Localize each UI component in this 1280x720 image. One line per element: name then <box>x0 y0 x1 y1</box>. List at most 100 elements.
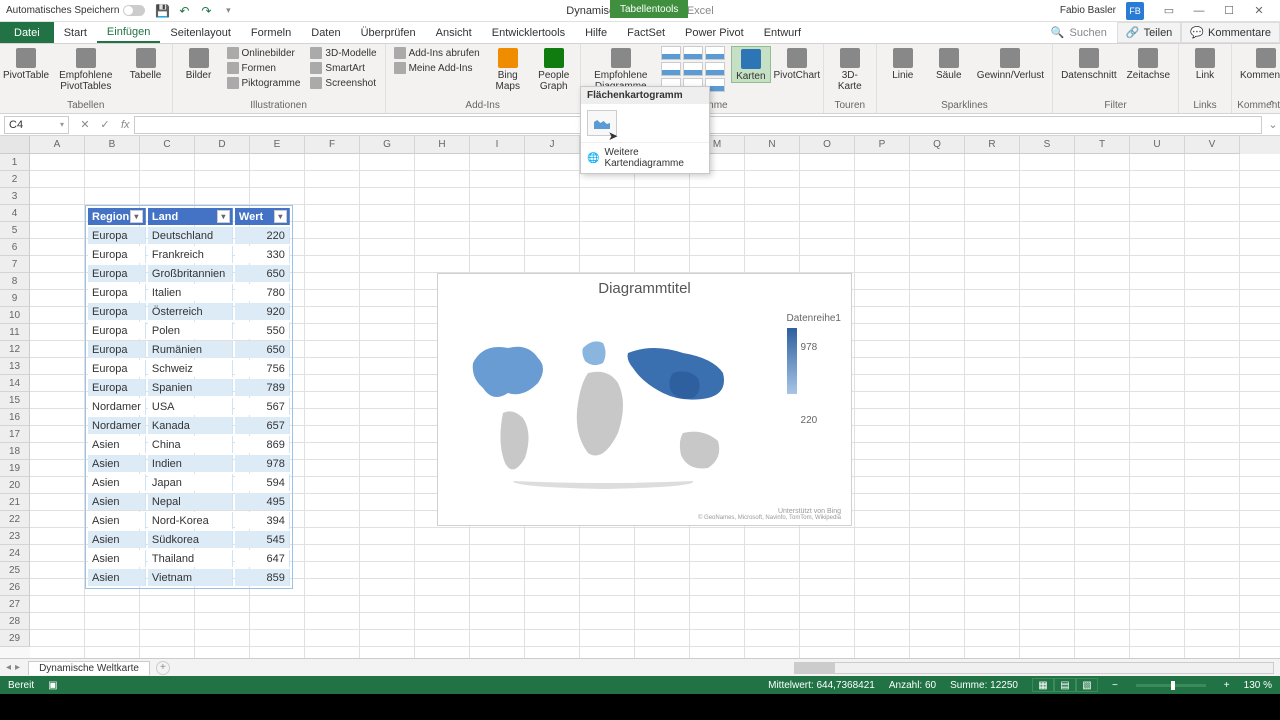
zoom-out-icon[interactable]: − <box>1112 680 1118 691</box>
data-table[interactable]: Region▾Land▾Wert▾ EuropaDeutschland220Eu… <box>85 205 293 589</box>
row-header[interactable]: 22 <box>0 511 30 528</box>
horizontal-scrollbar[interactable] <box>794 662 1274 674</box>
tab-design[interactable]: Entwurf <box>754 22 811 43</box>
table-row[interactable]: AsienThailand647 <box>88 550 290 567</box>
close-icon[interactable]: ✕ <box>1244 1 1274 21</box>
people-graph-button[interactable]: People Graph <box>534 46 574 92</box>
table-button[interactable]: Tabelle <box>126 46 166 81</box>
macro-record-icon[interactable]: ▣ <box>48 680 57 691</box>
more-map-charts-button[interactable]: 🌐 Weitere Kartendiagramme <box>581 142 709 173</box>
table-cell[interactable]: Japan <box>148 474 233 491</box>
table-cell[interactable]: Kanada <box>148 417 233 434</box>
tab-review[interactable]: Überprüfen <box>351 22 426 43</box>
table-cell[interactable]: Europa <box>88 341 146 358</box>
table-cell[interactable]: Asien <box>88 436 146 453</box>
sparkline-line-button[interactable]: Linie <box>883 46 923 81</box>
timeline-button[interactable]: Zeitachse <box>1125 46 1172 81</box>
table-row[interactable]: EuropaRumänien650 <box>88 341 290 358</box>
table-row[interactable]: EuropaGroßbritannien650 <box>88 265 290 282</box>
table-cell[interactable]: 657 <box>235 417 290 434</box>
table-cell[interactable]: Europa <box>88 379 146 396</box>
tab-powerpivot[interactable]: Power Pivot <box>675 22 754 43</box>
table-cell[interactable]: 789 <box>235 379 290 396</box>
table-cell[interactable]: Indien <box>148 455 233 472</box>
select-all-corner[interactable] <box>0 136 30 154</box>
row-header[interactable]: 7 <box>0 256 30 273</box>
row-header[interactable]: 10 <box>0 307 30 324</box>
table-cell[interactable]: Nord-Korea <box>148 512 233 529</box>
bing-maps-button[interactable]: Bing Maps <box>488 46 528 92</box>
column-header[interactable]: Q <box>910 136 965 154</box>
tab-view[interactable]: Ansicht <box>426 22 482 43</box>
row-header[interactable]: 26 <box>0 579 30 596</box>
autosave-toggle[interactable]: Automatisches Speichern <box>6 5 145 16</box>
row-header[interactable]: 8 <box>0 273 30 290</box>
table-cell[interactable]: Südkorea <box>148 531 233 548</box>
pictures-button[interactable]: Bilder <box>179 46 219 81</box>
row-header[interactable]: 23 <box>0 528 30 545</box>
context-tab-tabletools[interactable]: Tabellentools <box>610 0 688 18</box>
sparkline-winloss-button[interactable]: Gewinn/Verlust <box>975 46 1046 81</box>
table-cell[interactable]: Nordamer <box>88 398 146 415</box>
table-cell[interactable]: Asien <box>88 512 146 529</box>
table-cell[interactable]: Europa <box>88 360 146 377</box>
tab-factset[interactable]: FactSet <box>617 22 675 43</box>
my-addins-button[interactable]: Meine Add-Ins <box>392 61 482 75</box>
row-header[interactable]: 21 <box>0 494 30 511</box>
table-cell[interactable]: USA <box>148 398 233 415</box>
expand-formula-bar-icon[interactable]: ⌄ <box>1266 118 1280 131</box>
3d-models-button[interactable]: 3D-Modelle <box>308 46 378 60</box>
row-header[interactable]: 15 <box>0 392 30 409</box>
column-header[interactable]: O <box>800 136 855 154</box>
table-header[interactable]: Land▾ <box>148 208 233 225</box>
tab-help[interactable]: Hilfe <box>575 22 617 43</box>
new-sheet-button[interactable]: + <box>156 661 170 675</box>
ribbon-display-icon[interactable]: ▭ <box>1154 1 1184 21</box>
name-box[interactable]: C4 <box>4 116 69 134</box>
collapse-ribbon-icon[interactable]: ⌃ <box>1268 100 1276 111</box>
table-cell[interactable]: Europa <box>88 265 146 282</box>
row-header[interactable]: 6 <box>0 239 30 256</box>
sheet-nav-next-icon[interactable]: ▸ <box>15 662 20 673</box>
worksheet-grid[interactable]: 1234567891011121314151617181920212223242… <box>0 136 1280 658</box>
user-name[interactable]: Fabio Basler <box>1060 5 1116 16</box>
page-layout-view-icon[interactable]: ▤ <box>1054 678 1076 692</box>
table-cell[interactable]: 495 <box>235 493 290 510</box>
fx-icon[interactable]: fx <box>117 119 134 131</box>
table-cell[interactable]: 650 <box>235 341 290 358</box>
3d-map-button[interactable]: 3D-Karte <box>830 46 870 92</box>
column-header[interactable]: D <box>195 136 250 154</box>
table-cell[interactable]: Italien <box>148 284 233 301</box>
smartart-button[interactable]: SmartArt <box>308 61 378 75</box>
table-cell[interactable]: Asien <box>88 550 146 567</box>
table-cell[interactable]: 978 <box>235 455 290 472</box>
qat-customize-icon[interactable]: ▾ <box>221 4 235 18</box>
shapes-button[interactable]: Formen <box>225 61 303 75</box>
table-row[interactable]: NordamerUSA567 <box>88 398 290 415</box>
share-button[interactable]: 🔗 Teilen <box>1117 22 1181 43</box>
table-cell[interactable]: Europa <box>88 322 146 339</box>
row-header[interactable]: 12 <box>0 341 30 358</box>
column-header[interactable]: I <box>470 136 525 154</box>
table-cell[interactable]: Asien <box>88 455 146 472</box>
column-header[interactable]: S <box>1020 136 1075 154</box>
recommended-pivottables-button[interactable]: Empfohlene PivotTables <box>52 46 120 92</box>
table-row[interactable]: EuropaPolen550 <box>88 322 290 339</box>
table-row[interactable]: EuropaSpanien789 <box>88 379 290 396</box>
table-cell[interactable]: Polen <box>148 322 233 339</box>
table-cell[interactable]: Deutschland <box>148 227 233 244</box>
redo-icon[interactable]: ↷ <box>199 4 213 18</box>
tab-data[interactable]: Daten <box>301 22 350 43</box>
table-cell[interactable]: 859 <box>235 569 290 586</box>
row-header[interactable]: 29 <box>0 630 30 647</box>
table-cell[interactable]: Spanien <box>148 379 233 396</box>
table-row[interactable]: EuropaDeutschland220 <box>88 227 290 244</box>
column-header[interactable]: N <box>745 136 800 154</box>
online-pictures-button[interactable]: Onlinebilder <box>225 46 303 60</box>
tab-start[interactable]: Start <box>54 22 97 43</box>
row-header[interactable]: 19 <box>0 460 30 477</box>
table-cell[interactable]: Frankreich <box>148 246 233 263</box>
sheet-tab-active[interactable]: Dynamische Weltkarte <box>28 661 150 675</box>
table-cell[interactable]: 567 <box>235 398 290 415</box>
table-cell[interactable]: Europa <box>88 246 146 263</box>
